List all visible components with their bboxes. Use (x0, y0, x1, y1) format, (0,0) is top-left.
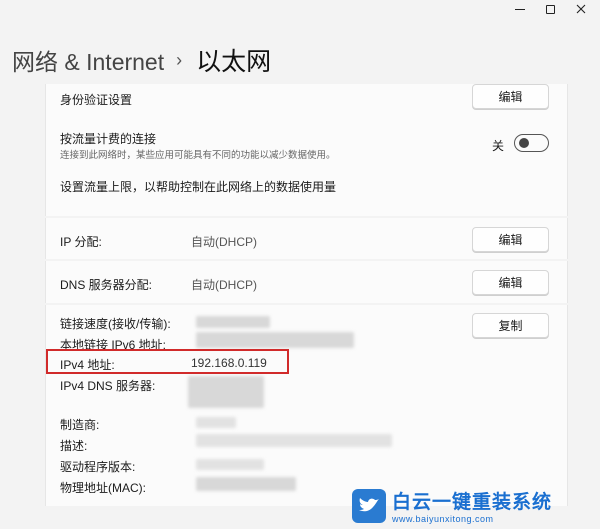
redacted-mac (196, 477, 296, 491)
metered-toggle[interactable] (514, 134, 549, 152)
minimize-icon[interactable] (506, 0, 534, 18)
auth-edit-button[interactable]: 编辑 (472, 84, 549, 109)
metered-connection-label: 按流量计费的连接 (60, 132, 157, 146)
toggle-knob (519, 138, 529, 148)
watermark: 白云一键重装系统 www.baiyunxitong.com (352, 482, 600, 529)
dns-assignment-edit-button[interactable]: 编辑 (472, 270, 549, 295)
metered-connection-description: 连接到此网络时，某些应用可能具有不同的功能以减少数据使用。 (60, 150, 336, 161)
property-label-mac: 物理地址(MAC): (60, 481, 146, 495)
auth-settings-label: 身份验证设置 (60, 93, 133, 107)
maximize-icon[interactable] (536, 0, 564, 18)
redacted-driver-version (196, 459, 264, 470)
redacted-description (196, 434, 392, 447)
property-label-description: 描述: (60, 439, 88, 453)
ipv4-highlight-box (46, 349, 289, 374)
bird-logo-icon (352, 488, 386, 523)
redacted-ipv6 (196, 332, 354, 348)
redacted-link-speed (196, 316, 270, 328)
dns-assignment-value: 自动(DHCP) (191, 278, 257, 292)
page-title: 以太网 (196, 48, 272, 76)
title-bar (0, 0, 600, 20)
property-label-manufacturer: 制造商: (60, 418, 100, 432)
metered-toggle-state: 关 (492, 139, 505, 153)
chevron-right-icon: › (176, 49, 183, 70)
redacted-manufacturer (196, 417, 236, 428)
watermark-url: www.baiyunxitong.com (392, 514, 494, 524)
ip-assignment-value: 自动(DHCP) (191, 235, 257, 249)
copy-button[interactable]: 复制 (472, 313, 549, 338)
dns-assignment-label: DNS 服务器分配: (60, 278, 153, 292)
property-label-ipv4-dns: IPv4 DNS 服务器: (60, 379, 156, 393)
breadcrumb-parent[interactable]: 网络 & Internet (12, 43, 164, 77)
breadcrumb: 网络 & Internet › 以太网 (12, 40, 271, 80)
redacted-dns (188, 376, 264, 408)
data-limit-link[interactable]: 设置流量上限，以帮助控制在此网络上的数据使用量 (60, 178, 336, 195)
close-icon[interactable] (567, 0, 595, 18)
watermark-title: 白云一键重装系统 (392, 492, 553, 513)
ip-assignment-label: IP 分配: (60, 235, 102, 249)
ip-assignment-edit-button[interactable]: 编辑 (472, 227, 549, 252)
property-label-link-speed: 链接速度(接收/传输): (60, 317, 171, 331)
property-label-driver-version: 驱动程序版本: (60, 460, 136, 474)
